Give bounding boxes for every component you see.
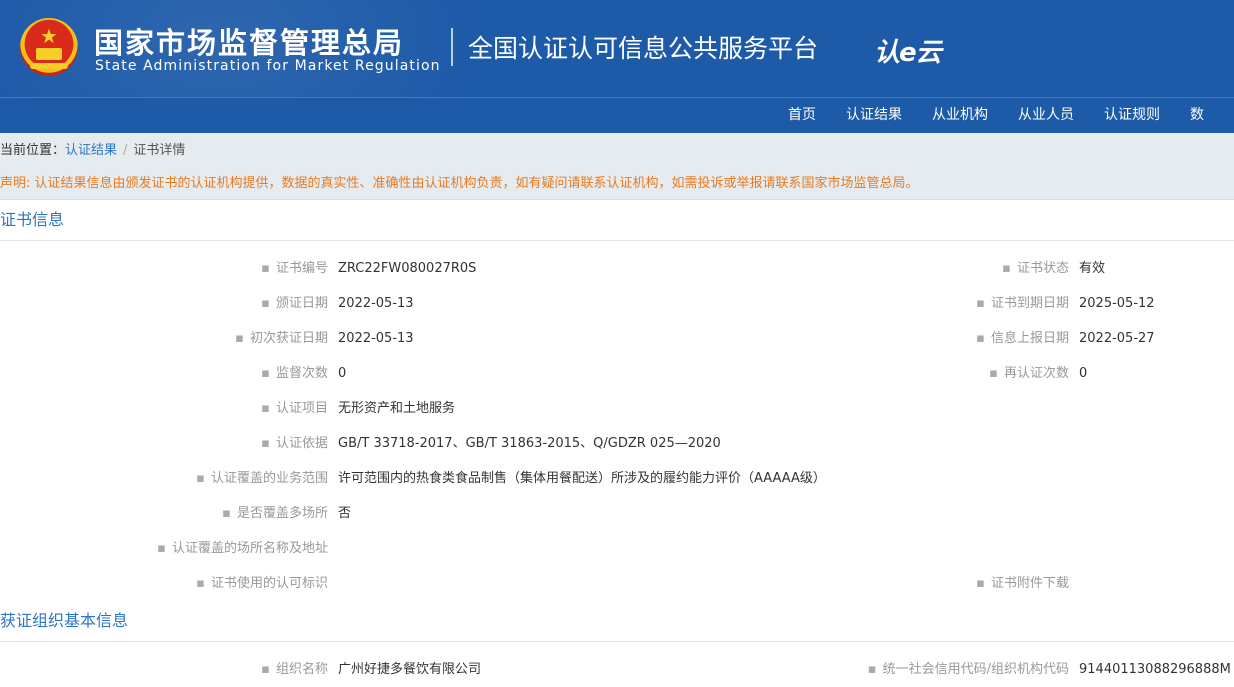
field-label: ▪ 证书到期日期: [976, 296, 1069, 311]
expiry-date-value: 2025-05-12: [1079, 296, 1155, 311]
field-label: ▪ 组织名称: [261, 662, 328, 677]
field-label: ▪ 证书编号: [261, 261, 328, 276]
field-label: ▪ 统一社会信用代码/组织机构代码: [867, 662, 1069, 677]
national-emblem-icon: ★: [20, 18, 78, 76]
field-label: ▪ 初次获证日期: [235, 331, 328, 346]
detail-row: ▪ 是否覆盖多场所 否: [0, 496, 1234, 531]
field-label: ▪ 认证依据: [261, 436, 328, 451]
section-title-org: 获证组织基本信息: [0, 601, 1234, 642]
field-label: ▪ 证书状态: [1002, 261, 1069, 276]
field-label: ▪ 认证项目: [261, 401, 328, 416]
credit-code-value: 91440113088296888M: [1079, 662, 1231, 677]
platform-title: 全国认证认可信息公共服务平台: [468, 34, 819, 63]
detail-row: ▪ 认证覆盖的业务范围 许可范围内的热食类食品制售（集体用餐配送）所涉及的履约能力…: [0, 461, 1234, 496]
detail-row: ▪ 认证项目 无形资产和土地服务: [0, 391, 1234, 426]
org-name-value: 广州好捷多餐饮有限公司: [338, 662, 482, 677]
field-label: ▪ 证书使用的认可标识: [196, 576, 328, 591]
field-label: ▪ 颁证日期: [261, 296, 328, 311]
brand-logo[interactable]: 认e云: [874, 32, 942, 69]
detail-row: ▪ 初次获证日期 2022-05-13 ▪ 信息上报日期 2022-05-27: [0, 321, 1234, 356]
nav-cert-rules[interactable]: 认证规则: [1089, 98, 1175, 133]
breadcrumb-link[interactable]: 认证结果: [65, 143, 117, 158]
section-title-cert: 证书信息: [0, 200, 1234, 241]
cert-number-value: ZRC22FW080027R0S: [338, 261, 477, 276]
cert-status-value: 有效: [1079, 261, 1106, 276]
report-date-value: 2022-05-27: [1079, 331, 1155, 346]
header-divider: [451, 28, 453, 66]
first-date-value: 2022-05-13: [338, 331, 414, 346]
field-label: ▪ 认证覆盖的业务范围: [196, 471, 328, 486]
detail-row: ▪ 认证依据 GB/T 33718-2017、GB/T 31863-2015、Q/…: [0, 426, 1234, 461]
breadcrumb-prefix: 当前位置：: [0, 143, 66, 158]
cert-project-value: 无形资产和土地服务: [338, 401, 456, 416]
cert-basis-value: GB/T 33718-2017、GB/T 31863-2015、Q/GDZR 0…: [338, 436, 721, 451]
field-label: ▪ 信息上报日期: [976, 331, 1069, 346]
detail-row: ▪ 证书使用的认可标识 ▪ 证书附件下载: [0, 566, 1234, 601]
field-label: ▪ 是否覆盖多场所: [222, 506, 328, 521]
multi-site-value: 否: [338, 506, 352, 521]
nav-institutions[interactable]: 从业机构: [917, 98, 1003, 133]
detail-row: ▪ 监督次数 0 ▪ 再认证次数 0: [0, 356, 1234, 391]
breadcrumb-separator: /: [123, 143, 128, 158]
nav-personnel[interactable]: 从业人员: [1003, 98, 1089, 133]
field-label: ▪ 监督次数: [261, 366, 328, 381]
nav-more[interactable]: 数: [1175, 98, 1219, 133]
nav-cert-results[interactable]: 认证结果: [831, 98, 917, 133]
cert-scope-value: 许可范围内的热食类食品制售（集体用餐配送）所涉及的履约能力评价（AAAAA级）: [338, 471, 826, 486]
field-label: ▪ 认证覆盖的场所名称及地址: [157, 541, 328, 556]
main-nav: 首页 认证结果 从业机构 从业人员 认证规则数: [0, 97, 1234, 133]
org-name-en: State Administration for Market Regulati…: [95, 58, 441, 74]
breadcrumb-current: 证书详情: [133, 143, 186, 158]
recert-count-value: 0: [1079, 366, 1088, 381]
org-name-cn: 国家市场监督管理总局: [94, 26, 405, 60]
breadcrumb: 当前位置：认证结果 / 证书详情: [0, 133, 1234, 169]
disclaimer-notice: 声明: 认证结果信息由颁发证书的认证机构提供，数据的真实性、准确性由认证机构负责…: [0, 169, 1234, 200]
nav-home[interactable]: 首页: [773, 98, 831, 133]
detail-row: ▪ 颁证日期 2022-05-13 ▪ 证书到期日期 2025-05-12: [0, 286, 1234, 321]
supervision-count-value: 0: [338, 366, 347, 381]
field-label: ▪ 证书附件下载: [976, 576, 1069, 591]
detail-row: ▪ 证书编号 ZRC22FW080027R0S ▪ 证书状态 有效: [0, 251, 1234, 286]
issue-date-value: 2022-05-13: [338, 296, 414, 311]
detail-row: ▪ 认证覆盖的场所名称及地址: [0, 531, 1234, 566]
detail-row: ▪ 组织名称 广州好捷多餐饮有限公司 ▪ 统一社会信用代码/组织机构代码 91440…: [0, 652, 1234, 687]
field-label: ▪ 再认证次数: [989, 366, 1069, 381]
site-header: ★ 国家市场监督管理总局 State Administration for Ma…: [0, 0, 1234, 97]
